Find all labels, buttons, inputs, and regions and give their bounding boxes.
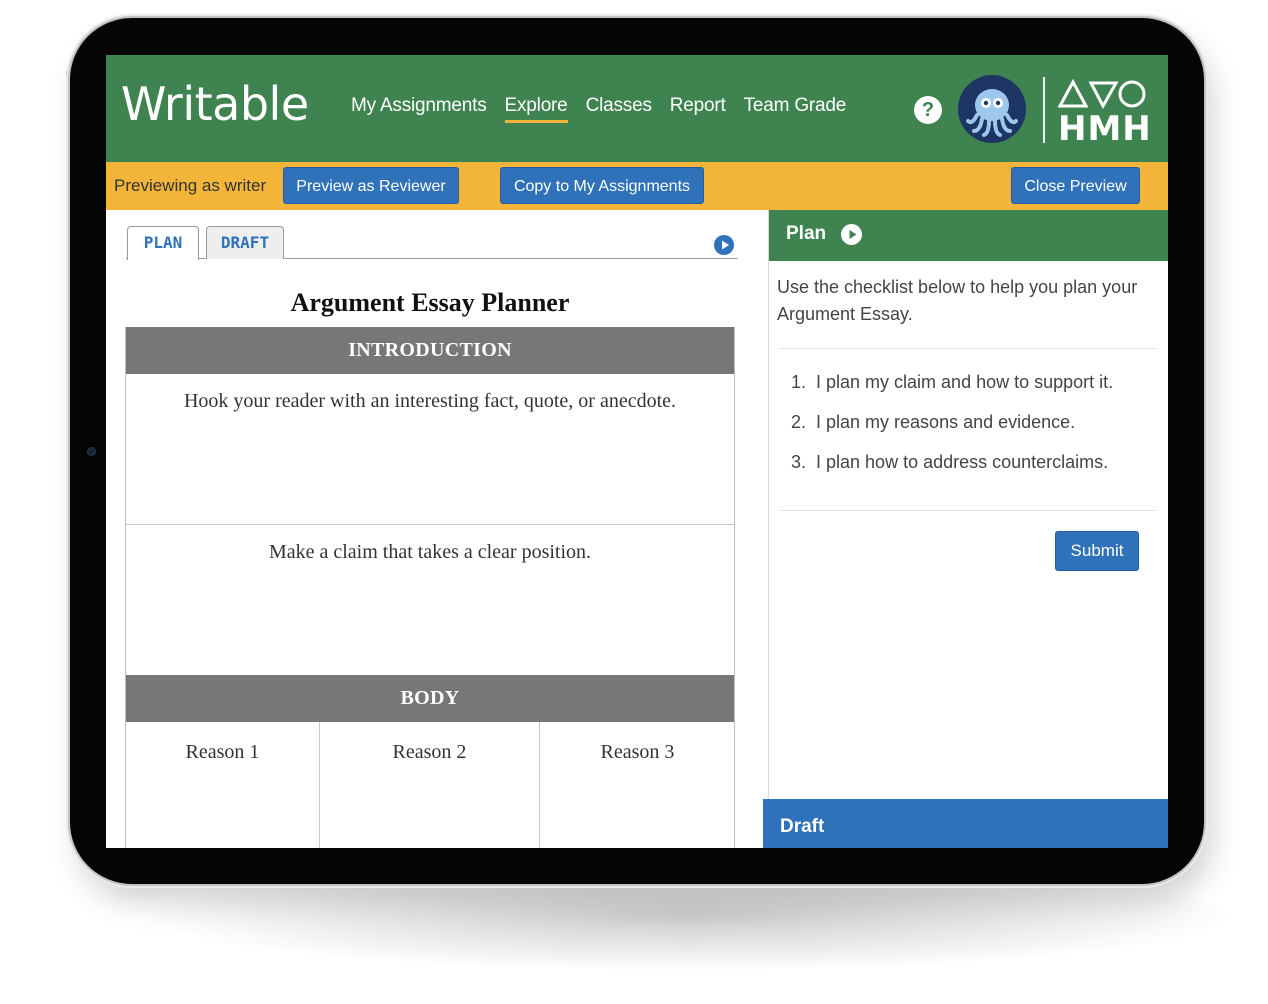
copy-to-my-assignments-button[interactable]: Copy to My Assignments — [500, 167, 704, 204]
nav-my-assignments[interactable]: My Assignments — [351, 95, 487, 123]
planner-title: Argument Essay Planner — [290, 288, 570, 317]
close-preview-button[interactable]: Close Preview — [1011, 167, 1140, 204]
claim-prompt[interactable]: Make a claim that takes a clear position… — [126, 541, 734, 564]
separator — [779, 510, 1157, 511]
hook-prompt[interactable]: Hook your reader with an interesting fac… — [126, 390, 734, 413]
play-video-icon[interactable] — [841, 224, 862, 245]
submit-button[interactable]: Submit — [1055, 531, 1139, 571]
plan-panel: Plan Use the checklist below to help you… — [763, 210, 1168, 848]
tab-draft[interactable]: DRAFT — [206, 226, 284, 259]
plan-panel-title: Plan — [786, 223, 827, 244]
main-nav: My Assignments Explore Classes Report Te… — [351, 95, 846, 123]
reason-2-cell[interactable]: Reason 2 — [320, 741, 539, 764]
nav-team-grade[interactable]: Team Grade — [744, 95, 847, 123]
tab-plan[interactable]: PLAN — [127, 226, 199, 260]
nav-report[interactable]: Report — [670, 95, 726, 123]
checklist-item: 3. I plan how to address counterclaims. — [791, 452, 1109, 472]
row-divider — [126, 524, 734, 525]
draft-panel-header[interactable]: Draft — [763, 799, 1168, 848]
hmh-wordmark: HMH — [1058, 109, 1152, 149]
nav-classes[interactable]: Classes — [586, 95, 652, 123]
hmh-logo: HMH — [1057, 78, 1151, 149]
editor-pane: PLAN DRAFT Argument Essay Planner INTROD… — [106, 210, 768, 848]
nav-explore[interactable]: Explore — [504, 95, 568, 123]
draft-panel-title: Draft — [780, 816, 825, 837]
reason-3-cell[interactable]: Reason 3 — [540, 741, 735, 764]
writable-logo[interactable]: Writable — [121, 77, 309, 131]
checklist-item: 2. I plan my reasons and evidence. — [791, 412, 1076, 432]
octopus-avatar-icon — [966, 89, 1018, 137]
play-video-icon[interactable] — [714, 235, 734, 255]
app-header: Writable My Assignments Explore Classes … — [106, 55, 1168, 162]
header-divider — [1043, 77, 1045, 143]
plan-panel-header[interactable]: Plan — [769, 210, 1168, 261]
body-heading: BODY — [126, 675, 734, 722]
introduction-heading: INTRODUCTION — [126, 327, 734, 374]
front-camera — [87, 447, 96, 456]
plan-checklist: 1. I plan my claim and how to support it… — [791, 370, 1113, 490]
preview-bar: Previewing as writer Preview as Reviewer… — [106, 162, 1168, 210]
tablet-screen: Writable My Assignments Explore Classes … — [106, 55, 1168, 848]
planner-table: INTRODUCTION Hook your reader with an in… — [125, 327, 735, 848]
avatar[interactable] — [958, 75, 1026, 143]
help-icon[interactable]: ? — [914, 96, 942, 124]
preview-label: Previewing as writer — [114, 176, 267, 195]
separator — [779, 348, 1157, 349]
hmh-shapes-icon — [1057, 78, 1146, 110]
preview-as-reviewer-button[interactable]: Preview as Reviewer — [283, 167, 459, 204]
plan-instructions: Use the checklist below to help you plan… — [777, 277, 1138, 324]
reason-1-cell[interactable]: Reason 1 — [126, 741, 319, 764]
checklist-item: 1. I plan my claim and how to support it… — [791, 372, 1114, 392]
